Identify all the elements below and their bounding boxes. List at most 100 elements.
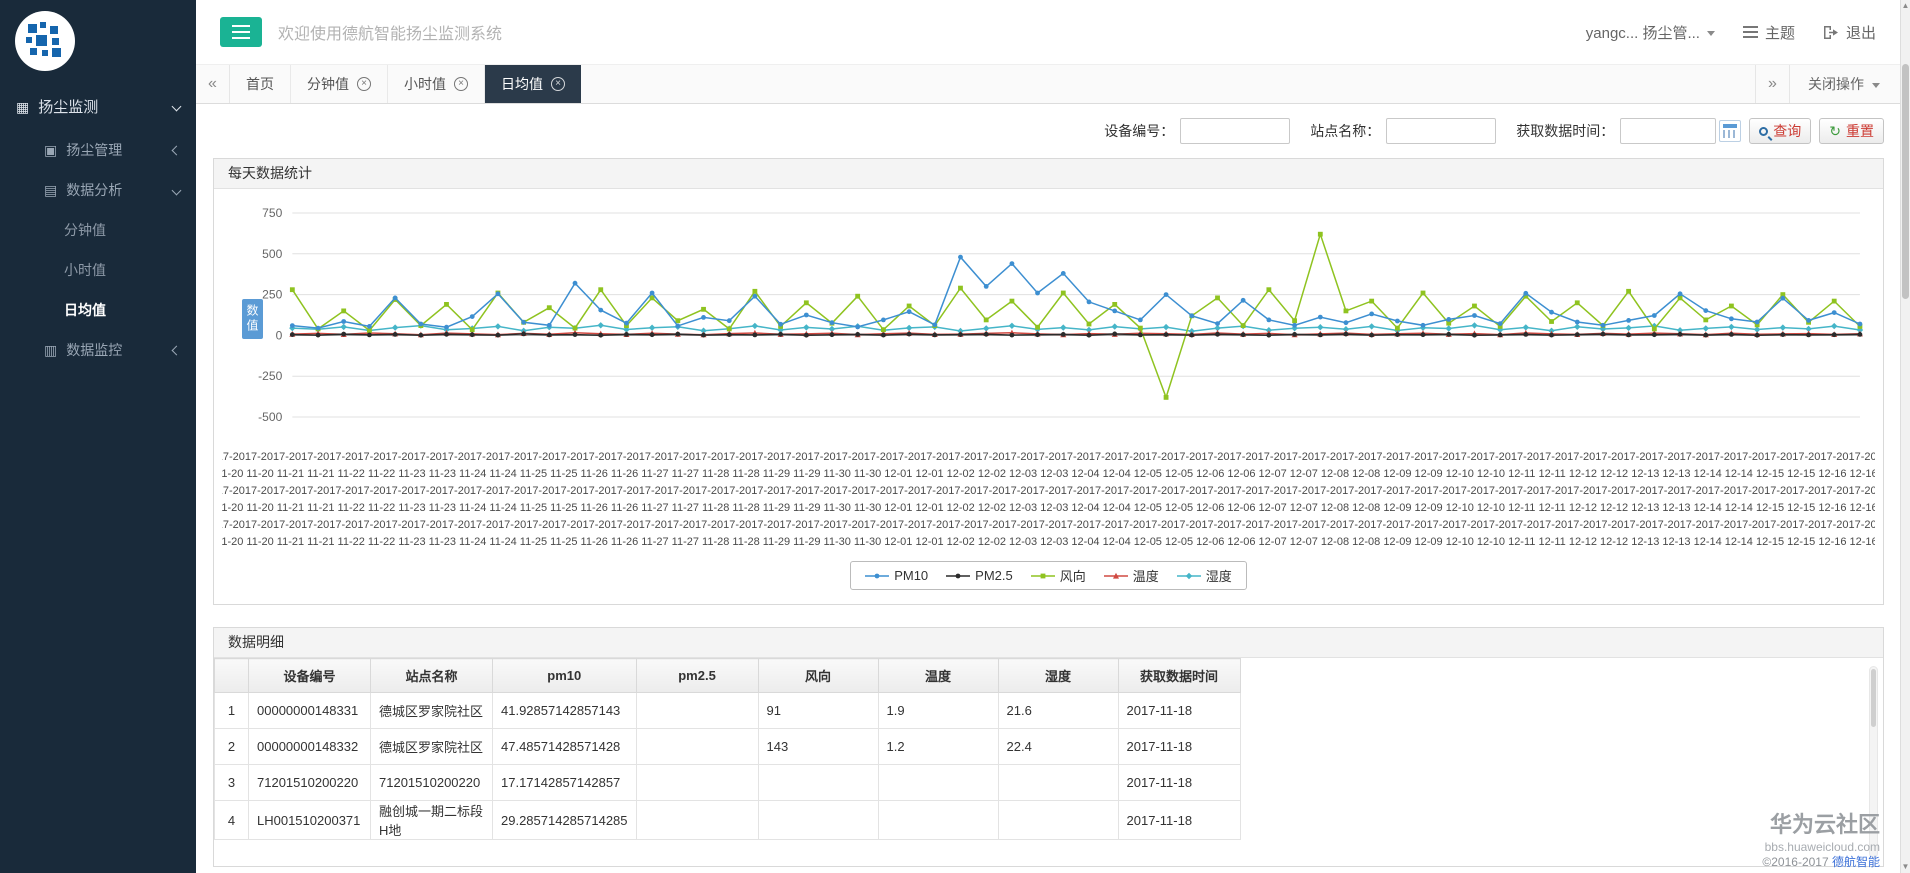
reset-button[interactable]: ↻ 重置 (1819, 118, 1884, 144)
chart-legend: PM10 PM2.5 风向 温度 湿度 (850, 561, 1247, 590)
sidebar-nav: ▦ 扬尘监测 ▣ 扬尘管理 ▤ 数据分析 分钟值 小时值 日均值 ▥ 数据监控 (0, 83, 196, 370)
close-icon[interactable] (357, 77, 371, 91)
station-name-input[interactable] (1386, 118, 1497, 144)
sidebar-item-hour-value[interactable]: 小时值 (0, 250, 196, 290)
sidebar-item-dust-monitoring[interactable]: ▦ 扬尘监测 (0, 83, 196, 130)
svg-text:-250: -250 (258, 369, 282, 383)
table-row[interactable]: 4 LH001510200371 融创城一期二标段H地 29.285714285… (214, 800, 1241, 840)
logout-icon (1823, 25, 1838, 39)
row-index: 4 (214, 800, 249, 840)
logout-label: 退出 (1845, 24, 1876, 42)
sidebar-item-label: 分钟值 (64, 222, 106, 238)
table-cell: 德城区罗家院社区 (370, 728, 493, 765)
table-row[interactable]: 3 71201510200220 71201510200220 17.17142… (214, 764, 1241, 801)
tab-home[interactable]: 首页 (230, 65, 291, 103)
table-row[interactable]: 1 00000000148331 德城区罗家院社区 41.92857142857… (214, 692, 1241, 729)
table-cell: 22.4 (997, 728, 1119, 765)
tabs-scroll-left-button[interactable]: « (196, 65, 230, 103)
table-header-cell: pm10 (492, 658, 637, 693)
sidebar-toggle-button[interactable] (220, 17, 262, 47)
table-cell: 1.2 (877, 728, 999, 765)
row-index: 3 (214, 764, 249, 801)
scrollbar-thumb[interactable] (1902, 64, 1909, 299)
y-axis-title: 数值 (242, 299, 263, 339)
sidebar-item-dust-management[interactable]: ▣ 扬尘管理 (0, 130, 196, 170)
filter-bar: 设备编号： 站点名称： 获取数据时间： 查询 ↻ 重置 (213, 114, 1884, 158)
welcome-text: 欢迎使用德航智能扬尘监测系统 (278, 26, 503, 43)
table-cell (635, 728, 759, 765)
table-header-cell: 风向 (757, 658, 879, 693)
scrollbar-thumb[interactable] (1871, 669, 1876, 727)
table-row[interactable]: 2 00000000148332 德城区罗家院社区 47.48571428571… (214, 728, 1241, 765)
sidebar-item-minute-value[interactable]: 分钟值 (0, 210, 196, 250)
legend-item-humidity[interactable]: 湿度 (1176, 566, 1232, 585)
svg-text:750: 750 (262, 206, 282, 220)
table-cell (997, 800, 1119, 840)
row-index: 1 (214, 692, 249, 729)
tabs-scroll-right-button[interactable]: » (1755, 65, 1789, 103)
svg-text:-500: -500 (258, 410, 282, 424)
data-time-input[interactable] (1620, 118, 1717, 144)
app-root: ▦ 扬尘监测 ▣ 扬尘管理 ▤ 数据分析 分钟值 小时值 日均值 ▥ 数据监控 … (0, 0, 1910, 873)
grid-icon: ▦ (16, 98, 30, 115)
sidebar-item-daily-average[interactable]: 日均值 (0, 290, 196, 330)
tab-label: 分钟值 (307, 76, 349, 92)
tab-label: 首页 (246, 76, 274, 92)
table-header-cell: 站点名称 (370, 658, 493, 693)
device-number-input[interactable] (1180, 118, 1291, 144)
table-cell: 91 (757, 692, 879, 729)
tab-hour-value[interactable]: 小时值 (388, 65, 485, 103)
logout-button[interactable]: 退出 (1823, 22, 1876, 43)
sidebar: ▦ 扬尘监测 ▣ 扬尘管理 ▤ 数据分析 分钟值 小时值 日均值 ▥ 数据监控 (0, 0, 196, 873)
close-icon[interactable] (454, 77, 468, 91)
user-menu[interactable]: yangc... 扬尘管... (1586, 22, 1715, 43)
tab-minute-value[interactable]: 分钟值 (291, 65, 388, 103)
scroll-down-arrow[interactable]: ▼ (1901, 861, 1910, 873)
data-table: 设备编号 站点名称 pm10 pm2.5 风向 温度 湿度 获取数据时间 1 0… (214, 658, 1241, 840)
legend-item-pm10[interactable]: PM10 (865, 568, 928, 583)
legend-item-wind[interactable]: 风向 (1030, 566, 1086, 585)
legend-marker (865, 571, 890, 581)
device-number-label: 设备编号： (1104, 123, 1175, 139)
sidebar-item-label: 数据监控 (66, 342, 123, 358)
calendar-icon[interactable] (1719, 120, 1742, 142)
topbar-right: yangc... 扬尘管... 主题 退出 (1586, 22, 1876, 43)
station-name-label: 站点名称： (1310, 123, 1381, 139)
tab-daily-average[interactable]: 日均值 (485, 65, 581, 103)
sidebar-item-label: 扬尘管理 (66, 142, 123, 158)
legend-marker (1103, 571, 1128, 581)
tab-label: 日均值 (501, 76, 543, 92)
app-logo[interactable] (0, 0, 196, 83)
page-scrollbar[interactable]: ▲ ▼ (1900, 0, 1910, 873)
x-axis-labels: 2017-2017-2017-2017-2017-2017-2017-2017-… (222, 451, 1875, 548)
query-button[interactable]: 查询 (1749, 118, 1812, 144)
sidebar-item-data-monitoring[interactable]: ▥ 数据监控 (0, 330, 196, 370)
monitor-icon: ▥ (44, 342, 58, 358)
close-icon[interactable] (551, 77, 565, 91)
caret-down-icon (1872, 82, 1880, 88)
search-icon (1759, 126, 1769, 136)
data-detail-panel: 数据明细 设备编号 站点名称 pm10 pm2.5 风向 温度 湿度 获取数据时… (213, 627, 1884, 867)
data-time-label: 获取数据时间： (1516, 123, 1615, 139)
legend-label: PM10 (894, 568, 929, 583)
tabbar-right: » 关闭操作 (1755, 65, 1884, 103)
table-scrollbar[interactable] (1869, 666, 1878, 858)
close-operations-menu[interactable]: 关闭操作 (1789, 65, 1884, 103)
sidebar-item-label: 扬尘监测 (38, 99, 99, 116)
scroll-up-arrow[interactable]: ▲ (1901, 0, 1910, 12)
tab-bar: « 首页 分钟值 小时值 日均值 » 关闭操作 (196, 64, 1910, 104)
table-cell: LH001510200371 (248, 800, 371, 840)
reset-label: 重置 (1846, 123, 1874, 139)
line-chart[interactable]: 750 500 250 0 -250 -500 (222, 195, 1875, 447)
sidebar-item-label: 日均值 (64, 302, 106, 318)
theme-button[interactable]: 主题 (1742, 22, 1795, 43)
list-icon (1742, 26, 1758, 38)
table-cell: 德城区罗家院社区 (370, 692, 493, 729)
legend-item-temperature[interactable]: 温度 (1103, 566, 1159, 585)
sidebar-item-data-analysis[interactable]: ▤ 数据分析 (0, 170, 196, 210)
close-operations-label: 关闭操作 (1808, 76, 1864, 92)
legend-item-pm25[interactable]: PM2.5 (946, 568, 1013, 583)
legend-marker (946, 571, 971, 581)
chevron-left-icon (171, 345, 182, 355)
table-header-cell: 设备编号 (248, 658, 371, 693)
